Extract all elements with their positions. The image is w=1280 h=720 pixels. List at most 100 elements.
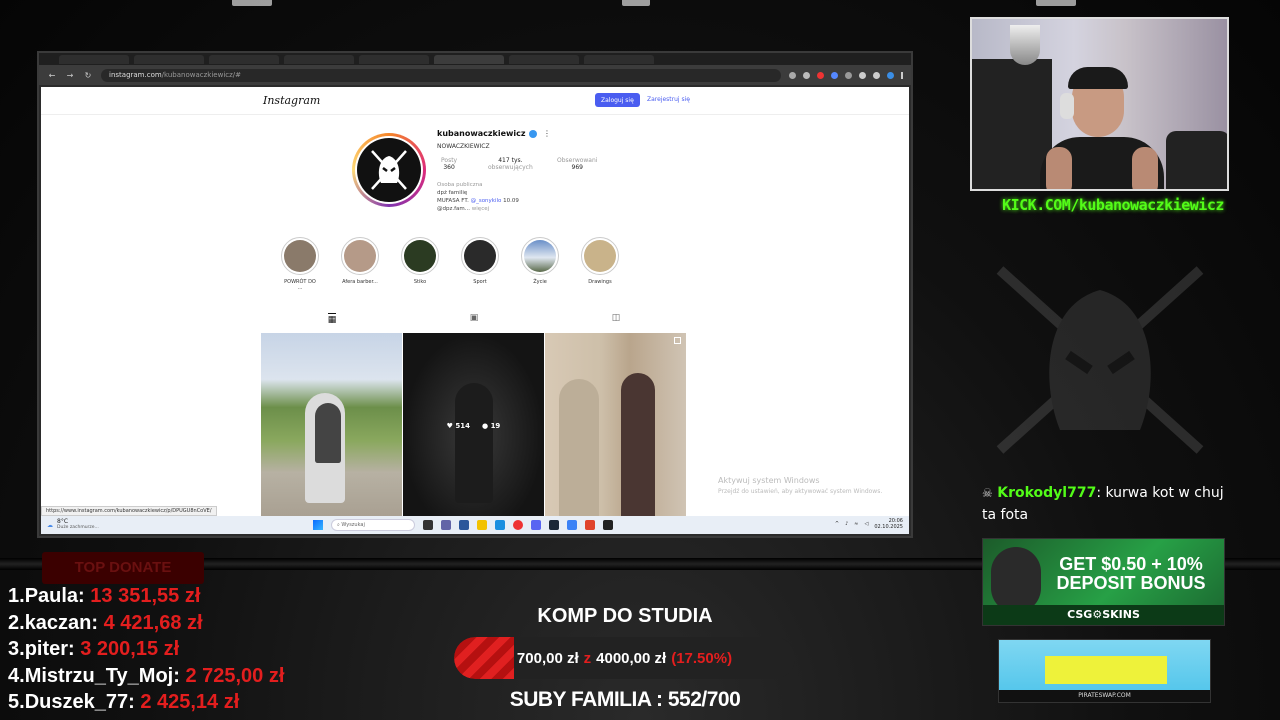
app-icon[interactable] [567, 520, 577, 530]
more-options-icon[interactable]: ⋮ [543, 129, 551, 138]
ad-headline: GET $0.50 + 10% DEPOSIT BONUS [1041, 555, 1221, 593]
browser-tab[interactable] [284, 55, 354, 64]
weather-widget[interactable]: 8°C Duże zachmurze... [57, 519, 99, 531]
donation-name: Paula: [24, 585, 85, 607]
clock-date: 02.10.2025 [874, 524, 903, 530]
highlight-item[interactable]: Drawings [581, 237, 619, 291]
puzzle-icon[interactable] [873, 71, 880, 79]
browser-tab[interactable] [359, 55, 429, 64]
weather-desc: Duże zachmurze... [57, 525, 99, 530]
donation-amount: 2 425,14 zł [140, 691, 240, 713]
menu-dots-icon[interactable] [901, 71, 903, 79]
highlight-item[interactable]: Stiko [401, 237, 439, 291]
watermark-title: Aktywuj system Windows [718, 476, 820, 485]
bio-more-link[interactable]: więcej [472, 206, 489, 212]
task-view-icon[interactable] [423, 520, 433, 530]
grid-tab-icon[interactable]: ▦ [327, 313, 337, 325]
app-icon[interactable] [585, 520, 595, 530]
ad-footer-url: PIRATESWAP.COM [999, 690, 1210, 702]
profile-tabs: ▦ ▣ ◫ [261, 313, 687, 325]
extension-icon[interactable] [859, 71, 866, 79]
donation-rank: 4. [8, 664, 25, 687]
donation-rank: 2. [8, 611, 25, 634]
teams-icon[interactable] [441, 520, 451, 530]
channel-logo-watermark [985, 260, 1215, 460]
volume-icon[interactable]: ◁ [865, 521, 869, 527]
app-icon[interactable] [603, 520, 613, 530]
donation-rank: 1. [8, 585, 25, 607]
donation-rank: 5. [8, 691, 25, 713]
discord-icon[interactable] [531, 520, 541, 530]
ig-header: Instagram Zaloguj się Zarejestruj się [41, 87, 909, 115]
extension-icon[interactable] [845, 71, 852, 79]
instagram-logo[interactable]: Instagram [263, 94, 320, 107]
tagged-tab-icon[interactable]: ◫ [612, 313, 621, 325]
wifi-icon[interactable]: ≈ [854, 521, 858, 527]
browser-tab[interactable] [59, 55, 129, 64]
username-text: kubanowaczkiewicz [437, 129, 526, 138]
reload-icon[interactable]: ↻ [83, 71, 93, 80]
goal-current: 700,00 zł [516, 649, 579, 667]
steam-icon[interactable] [549, 520, 559, 530]
highlight-label: Drawings [588, 279, 612, 285]
instagram-page: Instagram Zaloguj się Zarejestruj się ku… [41, 87, 909, 516]
edge-icon[interactable] [495, 520, 505, 530]
goal-title: KOMP DO STUDIA [537, 605, 713, 627]
mic-icon[interactable]: ♪ [845, 521, 848, 527]
extension-icon[interactable] [831, 71, 838, 79]
app-icon[interactable] [459, 520, 469, 530]
comments-count: ● 19 [482, 422, 501, 430]
forward-icon[interactable]: → [65, 71, 75, 80]
browser-tab[interactable] [209, 55, 279, 64]
bio-mention-link[interactable]: @_sonykilo [471, 198, 502, 204]
chrome-icon[interactable] [513, 520, 523, 530]
mascot-image [991, 547, 1041, 613]
donation-rank: 3. [8, 638, 25, 660]
browser-tab-bar [39, 53, 911, 65]
pirateswap-ad-banner[interactable]: PIRATESWAP.COM [998, 639, 1211, 703]
reels-tab-icon[interactable]: ▣ [470, 313, 479, 325]
highlight-item[interactable]: Afera barber... [341, 237, 379, 291]
browser-tab-active[interactable] [434, 55, 504, 64]
browser-tab[interactable] [134, 55, 204, 64]
highlight-item[interactable]: POWRÓT DO ... [281, 237, 319, 291]
comments-value: 19 [490, 422, 501, 430]
donation-amount: 4 421,68 zł [103, 611, 203, 634]
verified-badge-icon [528, 129, 537, 138]
highlight-item[interactable]: Życie [521, 237, 559, 291]
stat-label: Posty [441, 157, 458, 164]
status-url-tooltip: https://www.instagram.com/kubanowaczkiew… [41, 506, 217, 516]
login-button[interactable]: Zaloguj się [595, 93, 640, 107]
hooded-ninja-logo-icon [371, 150, 407, 190]
cast-icon[interactable] [789, 71, 796, 79]
post-tile[interactable] [545, 333, 686, 516]
url-field[interactable]: instagram.com/kubanowaczkiewicz/# [101, 68, 781, 82]
extension-icon[interactable] [817, 71, 824, 79]
highlight-label: Afera barber... [342, 279, 378, 285]
profile-avatar[interactable] [352, 133, 426, 207]
stat-label: Obserwowani [557, 157, 598, 164]
post-tile-hovered[interactable]: ♥ 514 ● 19 [403, 333, 544, 516]
chevron-up-icon[interactable]: ^ [835, 521, 839, 527]
register-link[interactable]: Zarejestruj się [647, 96, 690, 103]
file-explorer-icon[interactable] [477, 520, 487, 530]
highlight-item[interactable]: Sport [461, 237, 499, 291]
star-icon[interactable] [803, 71, 810, 79]
csgskins-ad-banner[interactable]: GET $0.50 + 10% DEPOSIT BONUS CSG⚙SKINS [982, 538, 1225, 626]
donation-name: Mistrzu_Ty_Moj: [24, 664, 180, 687]
stat-followers[interactable]: 417 tys. obserwujących [488, 157, 533, 171]
browser-tab[interactable] [584, 55, 654, 64]
kick-channel-url: KICK.COM/kubanowaczkiewicz [1002, 196, 1224, 214]
browser-tab[interactable] [509, 55, 579, 64]
stat-value: 969 [571, 164, 583, 171]
stat-following[interactable]: Obserwowani 969 [557, 157, 597, 171]
bio-text: @dpz.fam... [437, 206, 471, 212]
back-icon[interactable]: ← [47, 71, 57, 80]
taskbar-search[interactable]: ⌕ Wyszukaj [331, 519, 415, 531]
post-tile[interactable] [261, 333, 402, 516]
clock[interactable]: 20:06 02.10.2025 [874, 518, 903, 530]
bio-text: MUFASA FT. [437, 198, 469, 204]
windows-start-icon[interactable] [313, 520, 323, 530]
subs-goal: SUBY FAMILIA : 552/700 [509, 688, 741, 711]
profile-avatar-icon[interactable] [887, 71, 894, 79]
